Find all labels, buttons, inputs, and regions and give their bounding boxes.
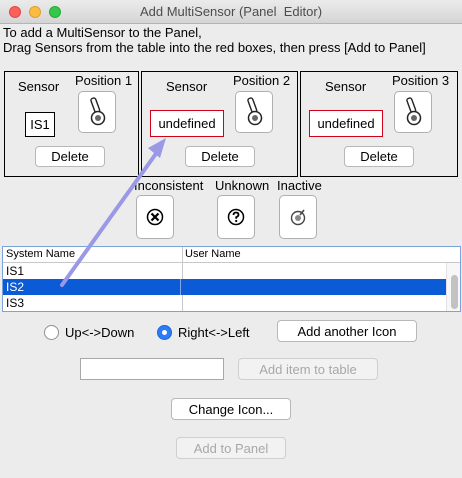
add-item-to-table-button[interactable]: Add item to table [238, 358, 378, 380]
drag-arrow-head [148, 138, 166, 158]
up-down-label[interactable]: Up<->Down [65, 325, 134, 340]
right-left-radio[interactable] [157, 325, 172, 340]
up-down-radio[interactable] [44, 325, 59, 340]
drag-arrow-line [60, 146, 162, 287]
add-to-panel-button[interactable]: Add to Panel [176, 437, 286, 459]
right-left-label[interactable]: Right<->Left [178, 325, 250, 340]
new-item-field[interactable] [80, 358, 224, 380]
add-another-icon-button[interactable]: Add another Icon [277, 320, 417, 342]
change-icon-button[interactable]: Change Icon... [171, 398, 291, 420]
